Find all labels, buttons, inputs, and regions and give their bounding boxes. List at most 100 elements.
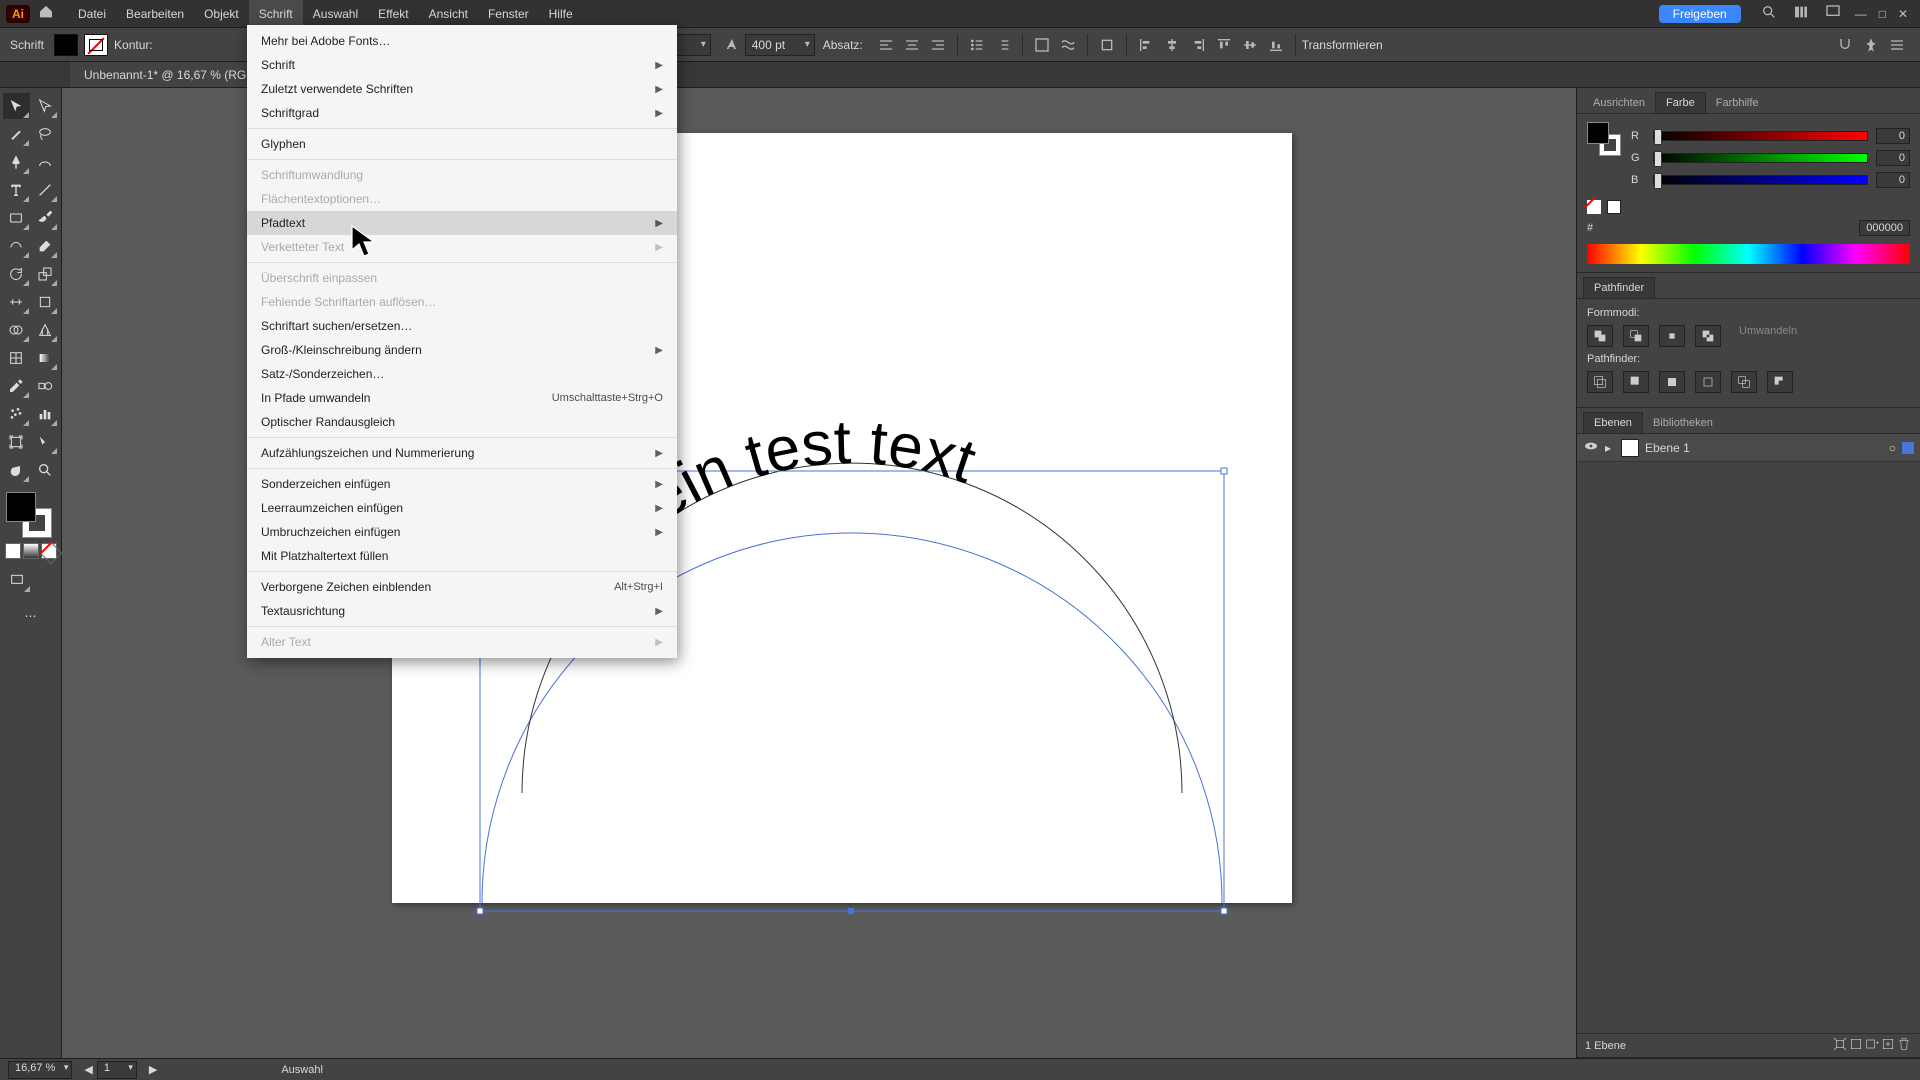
list-number-icon[interactable]	[991, 34, 1015, 56]
eraser-tool[interactable]	[32, 233, 59, 259]
pf-minus-icon[interactable]	[1623, 325, 1649, 347]
menu-effekt[interactable]: Effekt	[368, 0, 418, 27]
menuitem-sonderzeichen-einf-gen[interactable]: Sonderzeichen einfügen▶	[247, 472, 677, 496]
pf-crop-icon[interactable]	[1695, 371, 1721, 393]
scale-tool[interactable]	[32, 261, 59, 287]
artboard-number[interactable]: 1	[97, 1061, 137, 1079]
gradient-tool[interactable]	[32, 345, 59, 371]
white-swatch[interactable]	[1607, 200, 1621, 214]
pf-divide-icon[interactable]	[1587, 371, 1613, 393]
b-value[interactable]: 0	[1876, 172, 1910, 188]
b-slider[interactable]	[1653, 175, 1868, 185]
g-slider[interactable]	[1653, 153, 1868, 163]
tab-layers[interactable]: Ebenen	[1583, 412, 1643, 433]
share-button[interactable]: Freigeben	[1659, 5, 1741, 23]
snap-icon[interactable]	[1833, 34, 1857, 56]
close-icon[interactable]: ✕	[1898, 7, 1908, 21]
tab-colorguide[interactable]: Farbhilfe	[1706, 93, 1769, 113]
type-tool[interactable]	[3, 177, 30, 203]
new-layer-icon[interactable]	[1880, 1036, 1896, 1055]
selection-tool[interactable]	[3, 93, 30, 119]
rotate-tool[interactable]	[3, 261, 30, 287]
menuitem-leerraumzeichen-einf-gen[interactable]: Leerraumzeichen einfügen▶	[247, 496, 677, 520]
menuitem-aufz-hlungszeichen-und-nummerierung[interactable]: Aufzählungszeichen und Nummerierung▶	[247, 441, 677, 465]
menuitem-mit-platzhaltertext-f-llen[interactable]: Mit Platzhaltertext füllen	[247, 544, 677, 568]
menuitem-in-pfade-umwandeln[interactable]: In Pfade umwandelnUmschalttaste+Strg+O	[247, 386, 677, 410]
align-v-top-icon[interactable]	[1212, 34, 1236, 56]
maximize-icon[interactable]: □	[1879, 7, 1886, 21]
shape-builder-tool[interactable]	[3, 317, 30, 343]
menu-datei[interactable]: Datei	[68, 0, 116, 27]
align-v-center-icon[interactable]	[1238, 34, 1262, 56]
pf-minusback-icon[interactable]	[1767, 371, 1793, 393]
menu-schrift[interactable]: Schrift	[249, 0, 303, 27]
pf-unite-icon[interactable]	[1587, 325, 1613, 347]
font-size-select[interactable]: 400 pt	[745, 34, 815, 56]
direct-select-tool[interactable]	[32, 93, 59, 119]
zoom-select[interactable]: 16,67 %	[8, 1061, 72, 1079]
none-swatch[interactable]	[1587, 200, 1601, 214]
symbol-spray-tool[interactable]	[3, 401, 30, 427]
menuitem-satz-sonderzeichen[interactable]: Satz-/Sonderzeichen…	[247, 362, 677, 386]
visibility-icon[interactable]	[1583, 438, 1601, 457]
blend-tool[interactable]	[32, 373, 59, 399]
pin-icon[interactable]	[1859, 34, 1883, 56]
trash-icon[interactable]	[1896, 1036, 1912, 1055]
color-mode-row[interactable]	[4, 542, 59, 560]
align-right-icon[interactable]	[926, 34, 950, 56]
rectangle-tool[interactable]	[3, 205, 30, 231]
zoom-tool[interactable]	[32, 457, 59, 483]
free-transform-tool[interactable]	[32, 289, 59, 315]
transform-label[interactable]: Transformieren	[1302, 38, 1383, 52]
menuitem-gro-kleinschreibung-ndern[interactable]: Groß-/Kleinschreibung ändern▶	[247, 338, 677, 362]
align-center-icon[interactable]	[900, 34, 924, 56]
menu-icon[interactable]	[1885, 34, 1909, 56]
menuitem-textausrichtung[interactable]: Textausrichtung▶	[247, 599, 677, 623]
brush-tool[interactable]	[32, 205, 59, 231]
arrange-icon[interactable]	[1793, 4, 1809, 23]
menuitem-verborgene-zeichen-einblenden[interactable]: Verborgene Zeichen einblendenAlt+Strg+I	[247, 575, 677, 599]
menuitem-pfadtext[interactable]: Pfadtext▶	[247, 211, 677, 235]
perspective-tool[interactable]	[32, 317, 59, 343]
artboard-tool[interactable]	[3, 429, 30, 455]
align-h-right-icon[interactable]	[1186, 34, 1210, 56]
align-h-center-icon[interactable]	[1160, 34, 1184, 56]
pf-trim-icon[interactable]	[1623, 371, 1649, 393]
pf-merge-icon[interactable]	[1659, 371, 1685, 393]
pf-intersect-icon[interactable]	[1659, 325, 1685, 347]
isolate-icon[interactable]	[1095, 34, 1119, 56]
screen-mode-tool[interactable]	[3, 567, 31, 593]
menuitem-schrift[interactable]: Schrift▶	[247, 53, 677, 77]
align-left-icon[interactable]	[874, 34, 898, 56]
menuitem-glyphen[interactable]: Glyphen	[247, 132, 677, 156]
magic-wand-tool[interactable]	[3, 121, 30, 147]
fill-stroke-indicator[interactable]	[6, 492, 52, 538]
menuitem-zuletzt-verwendete-schriften[interactable]: Zuletzt verwendete Schriften▶	[247, 77, 677, 101]
menuitem-optischer-randausgleich[interactable]: Optischer Randausgleich	[247, 410, 677, 434]
menuitem-umbruchzeichen-einf-gen[interactable]: Umbruchzeichen einfügen▶	[247, 520, 677, 544]
line-tool[interactable]	[32, 177, 59, 203]
pen-tool[interactable]	[3, 149, 30, 175]
align-v-bottom-icon[interactable]	[1264, 34, 1288, 56]
graph-tool[interactable]	[32, 401, 59, 427]
menuitem-mehr-bei-adobe-fonts[interactable]: Mehr bei Adobe Fonts…	[247, 29, 677, 53]
clip-mask-icon[interactable]	[1848, 1036, 1864, 1055]
shaper-tool[interactable]	[3, 233, 30, 259]
char-panel-icon[interactable]	[1030, 34, 1054, 56]
home-icon[interactable]	[38, 4, 54, 23]
menu-auswahl[interactable]: Auswahl	[303, 0, 368, 27]
artboard-next-icon[interactable]: ▶	[149, 1063, 157, 1076]
locate-icon[interactable]	[1832, 1036, 1848, 1055]
tab-color[interactable]: Farbe	[1655, 92, 1706, 113]
list-bullet-icon[interactable]	[965, 34, 989, 56]
edit-toolbar-icon[interactable]: ⋯	[3, 603, 58, 629]
pf-outline-icon[interactable]	[1731, 371, 1757, 393]
target-icon[interactable]: ○	[1889, 441, 1896, 455]
r-slider[interactable]	[1653, 131, 1868, 141]
menu-fenster[interactable]: Fenster	[478, 0, 539, 27]
workspace-icon[interactable]	[1825, 4, 1841, 23]
menuitem-schriftgrad[interactable]: Schriftgrad▶	[247, 101, 677, 125]
fill-swatch[interactable]	[54, 34, 78, 56]
slice-tool[interactable]	[32, 429, 59, 455]
new-sublayer-icon[interactable]	[1864, 1036, 1880, 1055]
